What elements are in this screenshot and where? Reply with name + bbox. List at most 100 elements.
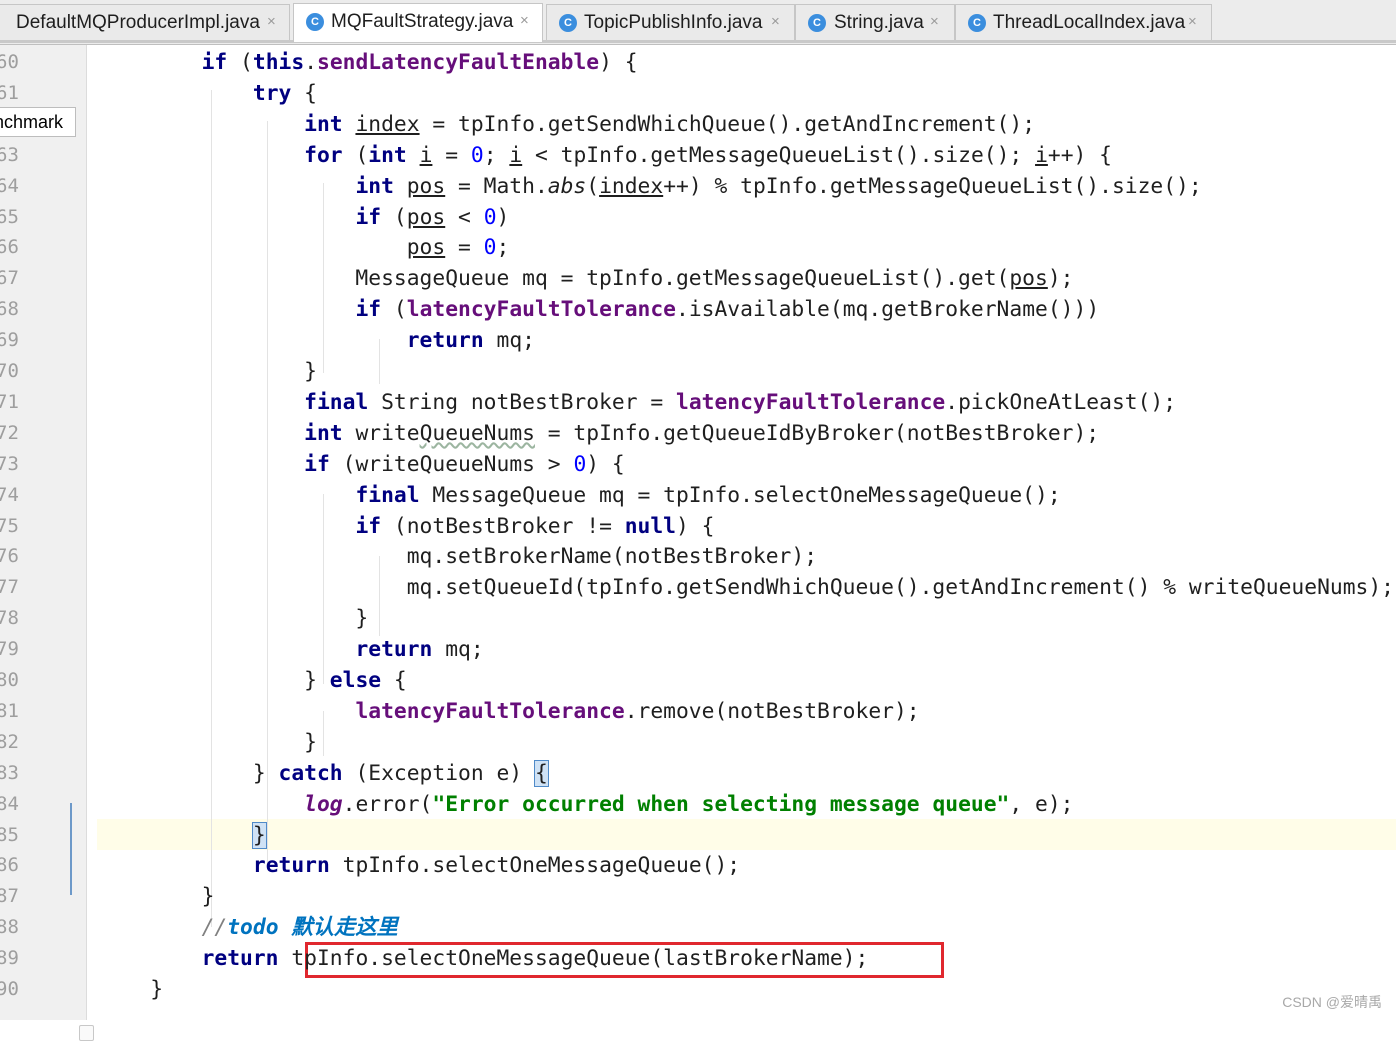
line-number: 90 (0, 978, 19, 1000)
code-line[interactable]: } (99, 881, 215, 912)
line-number: 76 (0, 545, 19, 568)
code-line[interactable]: if (notBestBroker != null) { (99, 511, 714, 542)
watermark: CSDN @爱晴禹 (1282, 994, 1382, 1010)
code-line[interactable]: } else { (99, 665, 407, 696)
code-line[interactable]: } catch (Exception e) { (99, 758, 549, 789)
tab-defaultmqproducerimpl[interactable]: C DefaultMQProducerImpl.java × (0, 4, 290, 40)
code-token: = tpInfo.getQueueIdByBroker(notBestBroke… (534, 420, 1100, 446)
code-line[interactable]: pos = 0; (99, 232, 510, 263)
tab-threadlocalindex[interactable]: C ThreadLocalIndex.java × (955, 4, 1212, 40)
close-icon[interactable]: × (1188, 13, 1197, 30)
close-icon[interactable]: × (771, 13, 780, 30)
tab-topicpublishinfo[interactable]: C TopicPublishInfo.java × (546, 4, 795, 40)
code-line[interactable]: try { (99, 78, 317, 109)
code-token: .isAvailable(mq.getBrokerName())) (676, 297, 1100, 323)
code-line[interactable]: } (99, 356, 317, 387)
code-editor[interactable]: if (this.sendLatencyFaultEnable) { try {… (87, 45, 1396, 1020)
code-token: sendLatencyFaultEnable (317, 50, 600, 75)
code-token: pos (1009, 266, 1048, 292)
close-icon[interactable]: × (520, 12, 529, 29)
code-line[interactable]: for (int i = 0; i < tpInfo.getMessageQue… (99, 140, 1112, 171)
benchmark-tooltip: enchmark (0, 107, 76, 137)
code-token: } (251, 821, 267, 849)
code-token: 0 (483, 235, 497, 261)
code-line[interactable]: } (99, 727, 317, 758)
line-number: 70 (0, 360, 19, 382)
code-line[interactable]: final String notBestBroker = latencyFaul… (99, 387, 1176, 418)
code-line[interactable]: return tpInfo.selectOneMessageQueue(last… (99, 943, 869, 974)
code-line[interactable]: mq.setBrokerName(notBestBroker); (99, 541, 817, 572)
code-token: String notBestBroker = (368, 389, 676, 415)
line-number: 75 (0, 514, 19, 537)
line-number: 82 (0, 730, 19, 753)
code-token: MessageQueue mq = tpInfo.getMessageQueue… (99, 266, 1010, 292)
code-token: catch (278, 760, 343, 786)
code-line[interactable]: return tpInfo.selectOneMessageQueue(); (99, 850, 740, 881)
code-token: if (304, 451, 330, 477)
code-token: for (304, 142, 343, 168)
code-token: ( (381, 297, 407, 323)
code-token: int (355, 173, 394, 199)
close-icon[interactable]: × (930, 13, 939, 30)
code-token: // (201, 915, 228, 941)
fold-marker-icon[interactable] (79, 1025, 94, 1041)
tab-string[interactable]: C String.java × (795, 4, 955, 40)
code-token: { (381, 668, 407, 693)
code-token: if (355, 297, 382, 323)
code-token: return (355, 637, 433, 663)
code-line[interactable]: } (99, 603, 368, 634)
code-token: if (355, 204, 382, 230)
code-line[interactable]: if (this.sendLatencyFaultEnable) { (99, 47, 638, 78)
code-line[interactable]: int writeQueueNums = tpInfo.getQueueIdBy… (99, 418, 1099, 449)
tab-label: MQFaultStrategy.java (331, 11, 514, 32)
code-token: write (342, 420, 420, 446)
tab-mqfaultstrategy[interactable]: C MQFaultStrategy.java × (293, 3, 543, 42)
code-line[interactable]: latencyFaultTolerance.remove(notBestBrok… (99, 696, 919, 727)
line-number-gutter[interactable]: 60 61 63 64 65 66 67 68 69 70 71 72 73 74 75 76 77 78 79 80… (0, 45, 94, 1041)
code-token: abs (547, 173, 587, 199)
code-token: ( (586, 173, 600, 199)
code-line[interactable]: log.error("Error occurred when selecting… (99, 789, 1073, 820)
code-line[interactable]: if (latencyFaultTolerance.isAvailable(mq… (99, 294, 1099, 325)
code-line[interactable]: return mq; (99, 325, 535, 356)
code-token: 默认走这里 (278, 915, 398, 941)
code-token: 0 (470, 142, 484, 168)
code-line[interactable]: if (writeQueueNums > 0) { (99, 449, 625, 480)
code-line[interactable]: } (99, 974, 163, 1005)
code-token: ( (342, 142, 369, 168)
tab-label: TopicPublishInfo.java (584, 12, 763, 33)
code-line[interactable]: //todo 默认走这里 (99, 912, 398, 943)
close-icon[interactable]: × (267, 13, 276, 30)
code-token: } (99, 606, 369, 632)
code-line[interactable]: final MessageQueue mq = tpInfo.selectOne… (99, 480, 1061, 511)
code-line[interactable]: mq.setQueueId(tpInfo.getSendWhichQueue()… (99, 572, 1394, 603)
vcs-change-marker[interactable] (70, 803, 72, 895)
code-token: final (355, 482, 420, 508)
code-token: todo (227, 915, 279, 941)
code-line[interactable]: int pos = Math.abs(index++) % tpInfo.get… (99, 171, 1202, 202)
code-token: ; (483, 142, 510, 168)
code-token: = (432, 142, 471, 168)
code-token: ++) % tpInfo.getMessageQueueList().size(… (663, 173, 1202, 199)
code-line[interactable]: return mq; (99, 634, 483, 665)
code-token: = (445, 235, 484, 261)
code-token: try (252, 80, 292, 106)
code-line[interactable]: MessageQueue mq = tpInfo.getMessageQueue… (99, 263, 1073, 294)
line-number: 73 (0, 452, 19, 475)
code-token: pos (406, 235, 446, 261)
line-number: 80 (0, 669, 19, 691)
line-number: 89 (0, 947, 19, 970)
code-line[interactable]: int index = tpInfo.getSendWhichQueue().g… (99, 109, 1035, 140)
code-line[interactable]: if (pos < 0) (99, 202, 509, 233)
code-token: pos (406, 173, 446, 199)
code-token: MessageQueue mq = tpInfo.selectOneMessag… (419, 482, 1061, 508)
line-number: 83 (0, 761, 19, 784)
code-line[interactable]: } (99, 820, 267, 851)
